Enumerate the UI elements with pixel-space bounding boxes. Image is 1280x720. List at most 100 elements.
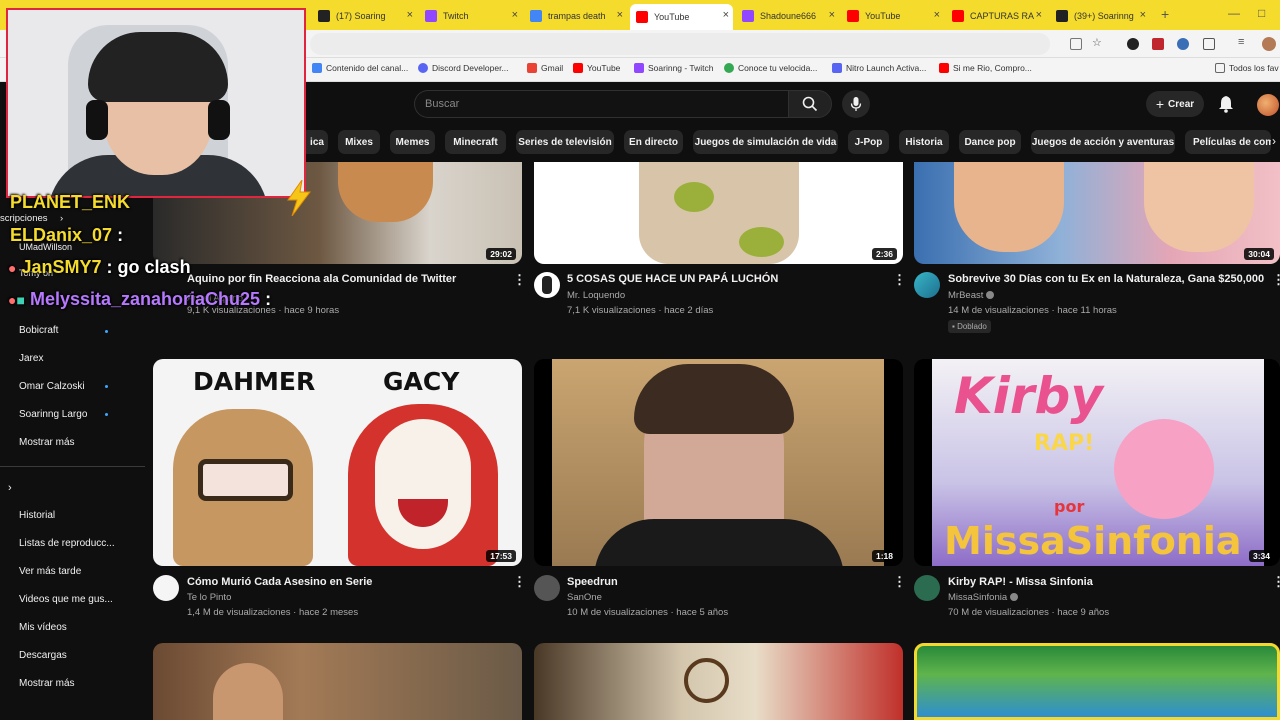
video-title[interactable]: Cómo Murió Cada Asesino en Serie [187,576,372,588]
bookmark[interactable]: Contenido del canal... [312,63,408,73]
minimize-icon[interactable]: — [1228,6,1240,20]
close-icon[interactable]: × [407,9,413,21]
channel-name[interactable]: SanOne [567,592,602,603]
voice-search-button[interactable] [842,90,870,118]
channel-name[interactable]: Te lo Pinto [187,592,231,603]
browser-tab[interactable]: (17) Soaring × [312,4,417,28]
extension-icon[interactable] [1177,38,1189,50]
more-options-icon[interactable]: ⋮ [513,574,526,590]
bookmark[interactable]: Si me Rio, Compro... [939,63,1032,73]
browser-tab-active[interactable]: YouTube × [630,4,733,30]
bookmark[interactable]: Nitro Launch Activa... [832,63,926,73]
video-title[interactable]: Kirby RAP! - Missa Sinfonia [948,576,1093,588]
channel-name[interactable]: Mr. Loquendo [567,290,625,301]
sidebar-item-my-videos[interactable]: Mis vídeos [19,622,67,633]
channel-avatar[interactable] [914,575,940,601]
close-icon[interactable]: × [617,9,623,21]
channel-avatar[interactable] [534,575,560,601]
video-title[interactable]: Aquino por fin Reacciona ala Comunidad d… [187,273,456,285]
channel-name[interactable]: MissaSinfonia [948,592,1019,603]
video-thumbnail[interactable]: DAHMER GACY 17:53 [153,359,522,566]
chevron-right-icon[interactable]: › [60,213,63,224]
video-thumbnail[interactable]: 1:18 [534,359,903,566]
menu-icon[interactable]: ≡ [1238,36,1250,48]
sidebar-item-bobicraft[interactable]: Bobicraft [19,325,58,336]
channel-avatar[interactable] [914,272,940,298]
chip[interactable]: Series de televisión [516,130,614,154]
bookmark[interactable]: Conoce tu velocida... [724,63,817,73]
account-avatar[interactable] [1257,94,1279,116]
puzzle-icon[interactable] [1203,38,1215,50]
more-options-icon[interactable]: ⋮ [513,272,526,288]
chip[interactable]: Juegos de acción y aventuras [1031,130,1175,154]
chip[interactable]: En directo [624,130,683,154]
channel-name[interactable]: MrBeast [948,290,995,301]
sidebar-show-more[interactable]: Mostrar más [19,678,75,689]
chip[interactable]: Juegos de simulación de vida [693,130,838,154]
bookmark[interactable]: Discord Developer... [418,63,509,73]
extension-icon[interactable] [1152,38,1164,50]
more-options-icon[interactable]: ⋮ [893,574,906,590]
more-options-icon[interactable]: ⋮ [893,272,906,288]
sidebar-item-jarex[interactable]: Jarex [19,353,43,364]
chip[interactable]: Minecraft [445,130,506,154]
video-title[interactable]: Sobrevive 30 Días con tu Ex en la Natura… [948,273,1264,285]
chip[interactable]: ica [306,130,328,154]
channel-avatar[interactable] [534,272,560,298]
video-thumbnail[interactable]: Kirby RAP! por MissaSinfonia 3:34 [914,359,1280,566]
video-title[interactable]: Speedrun [567,576,618,588]
sidebar-item-omar-calzoski[interactable]: Omar Calzoski [19,381,85,392]
video-thumbnail[interactable] [534,643,903,720]
chip[interactable]: J-Pop [848,130,889,154]
more-options-icon[interactable]: ⋮ [1272,574,1280,590]
chevron-right-icon[interactable]: › [8,482,12,494]
search-input[interactable]: Buscar [414,90,788,118]
close-icon[interactable]: × [1140,9,1146,21]
address-bar[interactable] [310,33,1050,55]
sidebar-item-liked-videos[interactable]: Videos que me gus... [19,594,113,605]
browser-tab[interactable]: YouTube × [841,4,944,28]
restore-icon[interactable]: □ [1258,6,1265,20]
bookmark[interactable]: YouTube [573,63,620,73]
profile-icon[interactable] [1262,37,1276,51]
channel-avatar[interactable] [153,575,179,601]
bookmark[interactable]: Gmail [527,63,563,73]
chip[interactable]: Películas de come [1185,130,1271,154]
close-icon[interactable]: × [512,9,518,21]
chip[interactable]: Historia [899,130,949,154]
sidebar-show-more[interactable]: Mostrar más [19,437,75,448]
search-button[interactable] [788,90,832,118]
bookmark-folder[interactable]: Todos los fav [1215,63,1279,73]
star-icon[interactable]: ☆ [1092,36,1104,49]
browser-tab[interactable]: (39+) Soarinng × [1050,4,1150,28]
chevron-right-icon[interactable]: › [1272,134,1276,148]
video-thumbnail[interactable] [914,643,1280,720]
new-tab-button[interactable]: + [1161,6,1169,22]
browser-tab[interactable]: Twitch × [419,4,522,28]
chip[interactable]: Dance pop [959,130,1021,154]
create-button[interactable]: + Crear [1146,91,1204,117]
close-icon[interactable]: × [723,9,729,21]
chip[interactable]: Mixes [338,130,380,154]
sidebar-item-soarinng-largo[interactable]: Soarinng Largo [19,409,87,420]
browser-tab[interactable]: CAPTURAS RA × [946,4,1046,28]
extension-icon[interactable] [1127,38,1139,50]
sidebar-item-playlists[interactable]: Listas de reproducc... [19,538,115,549]
notifications-bell-icon[interactable] [1218,95,1234,113]
sidebar-item-history[interactable]: Historial [19,510,55,521]
sidebar-subscriptions-header[interactable]: scripciones [0,213,48,224]
video-thumbnail[interactable] [153,643,522,720]
browser-tab[interactable]: Shadoune666 × [736,4,839,28]
video-thumbnail[interactable]: 2:36 [534,162,903,264]
install-icon[interactable] [1070,38,1082,50]
bookmark[interactable]: Soarinng - Twitch [634,63,714,73]
more-options-icon[interactable]: ⋮ [1272,272,1280,288]
sidebar-item-downloads[interactable]: Descargas [19,650,67,661]
video-thumbnail[interactable]: 30:04 [914,162,1280,264]
close-icon[interactable]: × [1036,9,1042,21]
sidebar-item-watch-later[interactable]: Ver más tarde [19,566,81,577]
close-icon[interactable]: × [829,9,835,21]
chip[interactable]: Memes [390,130,435,154]
video-title[interactable]: 5 COSAS QUE HACE UN PAPÁ LUCHÓN [567,273,778,285]
close-icon[interactable]: × [934,9,940,21]
